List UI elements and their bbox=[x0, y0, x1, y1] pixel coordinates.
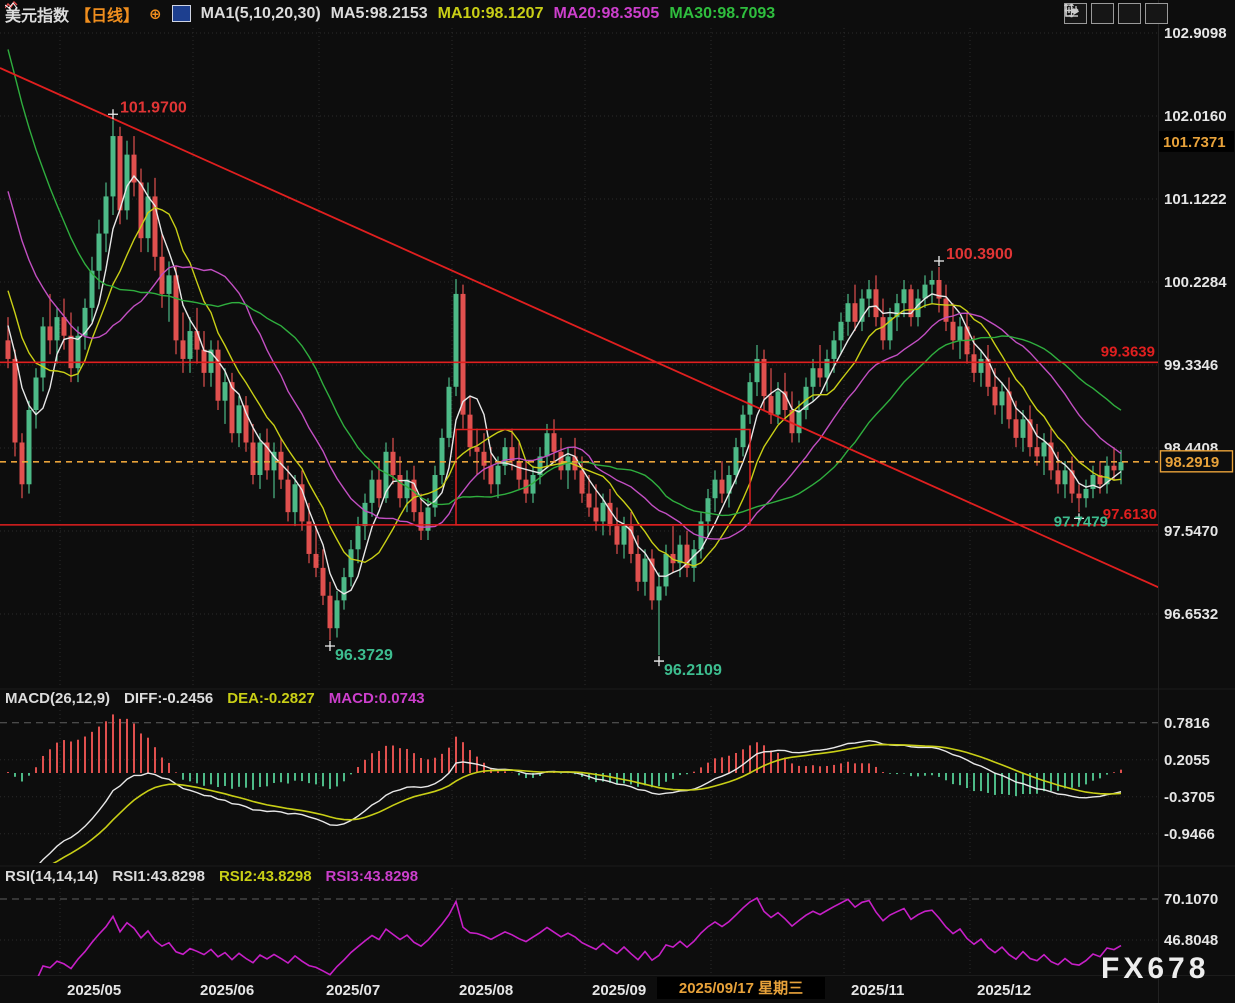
svg-text:46.8048: 46.8048 bbox=[1164, 932, 1218, 949]
rsi3-value: RSI3:43.8298 bbox=[326, 868, 419, 885]
svg-text:97.6130: 97.6130 bbox=[1103, 506, 1157, 523]
chart-window: 99.363997.6130102.9098102.0160101.122210… bbox=[0, 0, 1235, 1003]
svg-text:-0.3705: -0.3705 bbox=[1164, 789, 1215, 806]
svg-text:-0.9466: -0.9466 bbox=[1164, 826, 1215, 843]
rsi-header: RSI(14,14,14) RSI1:43.8298 RSI2:43.8298 … bbox=[5, 868, 418, 885]
macd-title: MACD(26,12,9) bbox=[5, 690, 110, 707]
svg-text:2025/06: 2025/06 bbox=[200, 982, 254, 999]
rsi2-value: RSI2:43.8298 bbox=[219, 868, 312, 885]
svg-text:97.7479: 97.7479 bbox=[1054, 513, 1108, 530]
svg-text:99.3346: 99.3346 bbox=[1164, 357, 1218, 374]
macd-header: MACD(26,12,9) DIFF:-0.2456 DEA:-0.2827 M… bbox=[5, 690, 425, 707]
last-price-label: 98.2919 bbox=[1165, 454, 1219, 471]
rsi1-value: RSI1:43.8298 bbox=[112, 868, 205, 885]
svg-text:102.9098: 102.9098 bbox=[1164, 25, 1227, 42]
svg-text:102.0160: 102.0160 bbox=[1164, 108, 1227, 125]
svg-text:0.7816: 0.7816 bbox=[1164, 715, 1210, 732]
candlestick-chart-canvas[interactable]: 99.363997.6130102.9098102.0160101.122210… bbox=[0, 0, 1235, 1003]
crosshair-date-label: 2025/09/17 星期三 bbox=[679, 979, 803, 997]
candles-layer bbox=[6, 120, 1124, 655]
svg-text:99.3639: 99.3639 bbox=[1101, 343, 1155, 360]
svg-text:100.3900: 100.3900 bbox=[946, 246, 1013, 263]
svg-text:96.2109: 96.2109 bbox=[664, 662, 722, 679]
price-axis: 102.9098 102.0160 101.1222 100.2284 99.3346 9… bbox=[0, 25, 1234, 949]
svg-text:2025/07: 2025/07 bbox=[326, 982, 380, 999]
svg-text:101.1222: 101.1222 bbox=[1164, 191, 1227, 208]
rsi-title: RSI(14,14,14) bbox=[5, 868, 98, 885]
fx678-watermark: FX678 bbox=[1101, 952, 1209, 986]
svg-text:101.9700: 101.9700 bbox=[120, 99, 187, 116]
svg-text:0.2055: 0.2055 bbox=[1164, 752, 1210, 769]
svg-text:97.5470: 97.5470 bbox=[1164, 523, 1218, 540]
svg-text:2025/08: 2025/08 bbox=[459, 982, 513, 999]
rsi-line bbox=[8, 898, 1121, 1003]
svg-text:96.3729: 96.3729 bbox=[335, 647, 393, 664]
ma30-value: MA30:98.7093 bbox=[669, 5, 775, 23]
alert-price-label: 101.7371 bbox=[1163, 134, 1226, 151]
ma10-value: MA10:98.1207 bbox=[438, 5, 544, 23]
axis-scale-right-icon[interactable] bbox=[1118, 3, 1141, 24]
macd-macd-value: MACD:0.0743 bbox=[329, 690, 425, 707]
chart-type-icon[interactable] bbox=[172, 5, 191, 22]
svg-text:2025/12: 2025/12 bbox=[977, 982, 1031, 999]
axis-scale-left-icon[interactable] bbox=[1091, 3, 1114, 24]
extreme-markers: 101.9700 100.3900 96.3729 96.2109 97.7479 bbox=[108, 99, 1108, 679]
svg-text:2025/11: 2025/11 bbox=[851, 982, 904, 999]
add-indicator-icon[interactable]: ⊕ bbox=[149, 5, 162, 23]
macd-diff-value: DIFF:-0.2456 bbox=[124, 690, 213, 707]
ma20-value: MA20:98.3505 bbox=[553, 5, 659, 23]
ma5-value: MA5:98.2153 bbox=[331, 5, 428, 23]
macd-dea-value: DEA:-0.2827 bbox=[227, 690, 315, 707]
svg-text:2025/09: 2025/09 bbox=[592, 982, 646, 999]
exit-chart-icon[interactable] bbox=[1145, 3, 1168, 24]
time-axis: 2025/05 2025/06 2025/07 2025/08 2025/09 2025/… bbox=[67, 977, 1031, 999]
svg-text:70.1070: 70.1070 bbox=[1164, 891, 1218, 908]
macd-panel bbox=[8, 714, 1121, 874]
period-label[interactable]: 【日线】 bbox=[75, 2, 139, 26]
svg-text:100.2284: 100.2284 bbox=[1164, 274, 1227, 291]
ma-group-label: MA1(5,10,20,30) bbox=[201, 5, 321, 23]
svg-text:96.6532: 96.6532 bbox=[1164, 606, 1218, 623]
svg-text:2025/05: 2025/05 bbox=[67, 982, 121, 999]
chart-toolbar bbox=[1064, 3, 1168, 24]
chart-header: 美元指数 【日线】 ⊕ MA1(5,10,20,30) MA5:98.2153 … bbox=[5, 0, 775, 27]
